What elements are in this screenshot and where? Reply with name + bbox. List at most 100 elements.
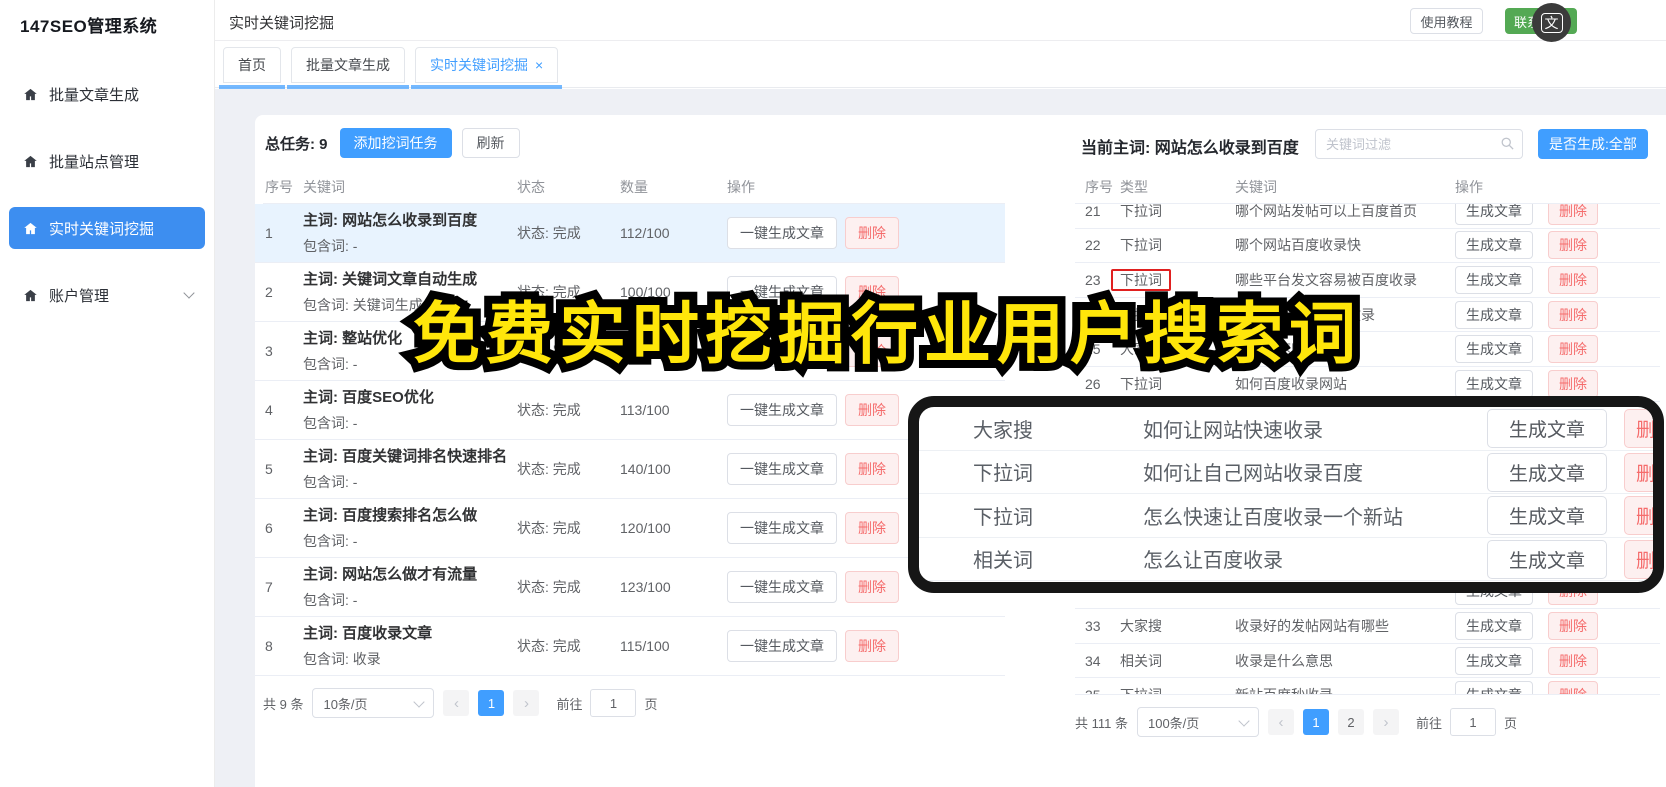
main-word: 主词: 网站怎么做才有流量 (303, 566, 478, 583)
page-unit-label: 页 (644, 696, 658, 712)
row-type-cell: 下拉词 (1120, 204, 1235, 221)
prev-page-button[interactable]: ‹ (1267, 709, 1294, 735)
delete-button[interactable]: 删除 (845, 453, 899, 485)
goto-page-input[interactable] (1450, 708, 1496, 736)
delete-button[interactable]: 删除 (845, 512, 899, 544)
keyword-filter-input[interactable] (1315, 129, 1523, 159)
generate-article-button[interactable]: 一键生成文章 (727, 217, 837, 249)
main-word: 主词: 百度关键词排名快速排名 (303, 448, 508, 465)
generate-article-button[interactable]: 生成文章 (1455, 369, 1533, 398)
table-row[interactable]: 1 主词: 网站怎么收录到百度 包含词: - 状态: 完成 112/100 一键… (255, 204, 1005, 263)
inset-row: 下拉词 怎么快速让百度收录一个新站 生成文章 删除 (919, 494, 1653, 538)
row-status: 状态: 完成 (517, 402, 581, 418)
keyword-type: 下拉词 (973, 463, 1033, 486)
app-logo: 147SEO管理系统 (20, 17, 158, 36)
generate-article-button[interactable]: 生成文章 (1455, 204, 1533, 225)
zoom-inset-box: 大家搜 如何让网站快速收录 生成文章 删除 下拉词 如何让自己网站收录百度 生成… (908, 396, 1664, 593)
tab-keyword-mining[interactable]: 实时关键词挖掘 × (410, 46, 563, 89)
add-task-button[interactable]: 添加挖词任务 (339, 128, 452, 158)
promo-headline-text: 免费实时挖掘行业用户搜索词 (413, 297, 1362, 372)
tab-label: 批量文章生成 (306, 56, 390, 73)
table-row[interactable]: 6 主词: 百度搜索排名怎么做 包含词: - 状态: 完成 120/100 一键… (255, 499, 1005, 558)
delete-button[interactable]: 删除 (1624, 539, 1653, 579)
delete-button[interactable]: 删除 (1548, 265, 1598, 294)
delete-button[interactable]: 删除 (1548, 646, 1598, 675)
keyword-text: 哪些平台发文容易被百度收录 (1235, 271, 1417, 288)
tab-batch-article[interactable]: 批量文章生成 (287, 46, 409, 89)
generate-article-button[interactable]: 生成文章 (1487, 452, 1607, 492)
translate-icon[interactable]: 文 (1532, 3, 1571, 42)
row-type-cell: 下拉词 (1120, 374, 1235, 394)
generate-article-button[interactable]: 生成文章 (1487, 539, 1607, 579)
generate-article-button[interactable]: 一键生成文章 (727, 571, 837, 603)
generate-article-button[interactable]: 生成文章 (1455, 231, 1533, 260)
generate-article-button[interactable]: 一键生成文章 (727, 512, 837, 544)
sidebar: 147SEO管理系统 批量文章生成 批量站点管理 实时关键词挖掘 账户管理 (0, 0, 215, 787)
generate-article-button[interactable]: 生成文章 (1455, 265, 1533, 294)
table-row[interactable]: 7 主词: 网站怎么做才有流量 包含词: - 状态: 完成 123/100 一键… (255, 558, 1005, 617)
sidebar-item-batch-article[interactable]: 批量文章生成 (9, 73, 205, 115)
include-word: 包含词: - (303, 533, 358, 549)
page-1-button[interactable]: 1 (478, 690, 505, 716)
generate-article-button[interactable]: 一键生成文章 (727, 630, 837, 662)
help-button[interactable]: 使用教程 (1410, 8, 1483, 34)
page-2-button[interactable]: 2 (1337, 709, 1364, 735)
keyword-text: 如何百度收录网站 (1235, 375, 1347, 392)
generate-article-button[interactable]: 一键生成文章 (727, 453, 837, 485)
row-number: 3 (265, 343, 273, 359)
generate-article-button[interactable]: 生成文章 (1487, 409, 1607, 448)
generate-article-button[interactable]: 生成文章 (1455, 611, 1533, 640)
row-number: 7 (265, 579, 273, 595)
generate-article-button[interactable]: 生成文章 (1455, 300, 1533, 329)
table-row[interactable]: 4 主词: 百度SEO优化 包含词: - 状态: 完成 113/100 一键生成… (255, 381, 1005, 440)
delete-button[interactable]: 删除 (1548, 335, 1598, 364)
refresh-button[interactable]: 刷新 (461, 128, 520, 158)
prev-page-button[interactable]: ‹ (443, 690, 470, 716)
close-icon[interactable]: × (535, 57, 543, 73)
delete-button[interactable]: 删除 (1548, 611, 1598, 640)
generate-article-button[interactable]: 生成文章 (1455, 681, 1533, 694)
total-tasks-label: 总任务: 9 (265, 135, 328, 153)
delete-button[interactable]: 删除 (1624, 452, 1653, 492)
main-word: 主词: 网站怎么收录到百度 (303, 212, 478, 229)
row-status: 状态: 完成 (517, 520, 581, 536)
page-size-select[interactable]: 10条/页 (312, 688, 435, 718)
sidebar-item-account[interactable]: 账户管理 (9, 274, 205, 316)
generate-all-button[interactable]: 是否生成:全部 (1538, 129, 1648, 159)
generate-article-button[interactable]: 生成文章 (1455, 646, 1533, 675)
column-ops: 操作 (727, 179, 755, 195)
goto-page-input[interactable] (590, 689, 637, 717)
next-page-button[interactable]: › (513, 690, 540, 716)
delete-button[interactable]: 删除 (845, 394, 899, 426)
delete-button[interactable]: 删除 (845, 217, 899, 249)
delete-button[interactable]: 删除 (1548, 369, 1598, 398)
next-page-button[interactable]: › (1372, 709, 1399, 735)
delete-button[interactable]: 删除 (1624, 496, 1653, 535)
table-row[interactable]: 5 主词: 百度关键词排名快速排名 包含词: - 状态: 完成 140/100 … (255, 440, 1005, 499)
page-1-button[interactable]: 1 (1302, 709, 1329, 735)
tab-home[interactable]: 首页 (219, 46, 285, 89)
delete-button[interactable]: 删除 (845, 630, 899, 662)
delete-button[interactable]: 删除 (1624, 409, 1653, 448)
generate-article-button[interactable]: 生成文章 (1455, 335, 1533, 364)
sidebar-item-label: 批量文章生成 (49, 86, 140, 104)
delete-button[interactable]: 删除 (1548, 681, 1598, 694)
chevron-down-icon (413, 696, 426, 708)
sidebar-item-keyword-mining[interactable]: 实时关键词挖掘 (9, 207, 205, 249)
generate-article-button[interactable]: 生成文章 (1487, 496, 1607, 535)
row-number: 6 (265, 520, 273, 536)
table-row: 35 下拉词 新站百度秒收录 生成文章 删除 (1075, 678, 1660, 694)
delete-button[interactable]: 删除 (1548, 300, 1598, 329)
delete-button[interactable]: 删除 (1548, 204, 1598, 225)
table-row: 33 大家搜 收录好的发帖网站有哪些 生成文章 删除 (1075, 609, 1660, 644)
delete-button[interactable]: 删除 (1548, 231, 1598, 260)
task-table-header: 序号 关键词 状态 数量 操作 (263, 171, 1005, 204)
keyword-pagination: 共 111 条 100条/页 ‹ 1 2 › 前往 页 (1075, 707, 1660, 737)
table-row[interactable]: 8 主词: 百度收录文章 包含词: 收录 状态: 完成 115/100 一键生成… (255, 617, 1005, 676)
delete-button[interactable]: 删除 (845, 571, 899, 603)
page-size-select[interactable]: 100条/页 (1136, 707, 1259, 737)
sidebar-item-batch-site[interactable]: 批量站点管理 (9, 140, 205, 182)
column-no: 序号 (1085, 179, 1113, 195)
generate-article-button[interactable]: 一键生成文章 (727, 394, 837, 426)
row-number: 2 (265, 284, 273, 300)
